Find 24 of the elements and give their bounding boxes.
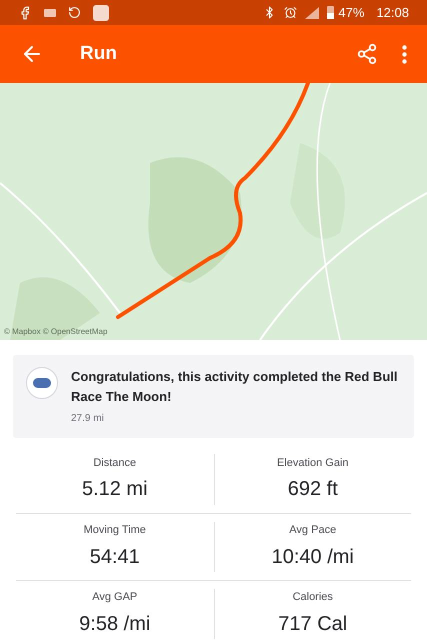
stat-label: Elevation Gain: [276, 456, 349, 471]
stat-label: Calories: [292, 590, 333, 606]
share-icon: [356, 43, 378, 65]
stat-value: 54:41: [90, 544, 140, 570]
stat-value: 692 ft: [288, 477, 338, 502]
stat-label: Avg Pace: [289, 523, 336, 538]
stat-label: Avg GAP: [92, 590, 138, 606]
stat-value: 9:58 /mi: [79, 612, 150, 637]
challenge-message: Congratulations, this activity completed the Red Bull Race The Moon!: [71, 368, 398, 406]
map-attribution: © Mapbox © OpenStreetMap: [4, 326, 108, 338]
sync-icon: [68, 6, 81, 19]
more-icon: [402, 44, 407, 64]
battery-level: 47%: [338, 4, 364, 22]
stat-value: 10:40 /mi: [272, 544, 354, 570]
stat-label: Distance: [93, 456, 136, 471]
signal-icon: [305, 6, 320, 18]
stat-value: 717 Cal: [278, 612, 348, 637]
stat-label: Moving Time: [84, 523, 146, 538]
clock: 12:08: [376, 4, 409, 22]
header-title: Run: [80, 42, 117, 66]
challenge-distance: 27.9 mi: [71, 412, 105, 426]
battery-icon: [327, 6, 334, 19]
stat-value: 5.12 mi: [82, 477, 148, 502]
alarm-icon: [284, 6, 298, 19]
